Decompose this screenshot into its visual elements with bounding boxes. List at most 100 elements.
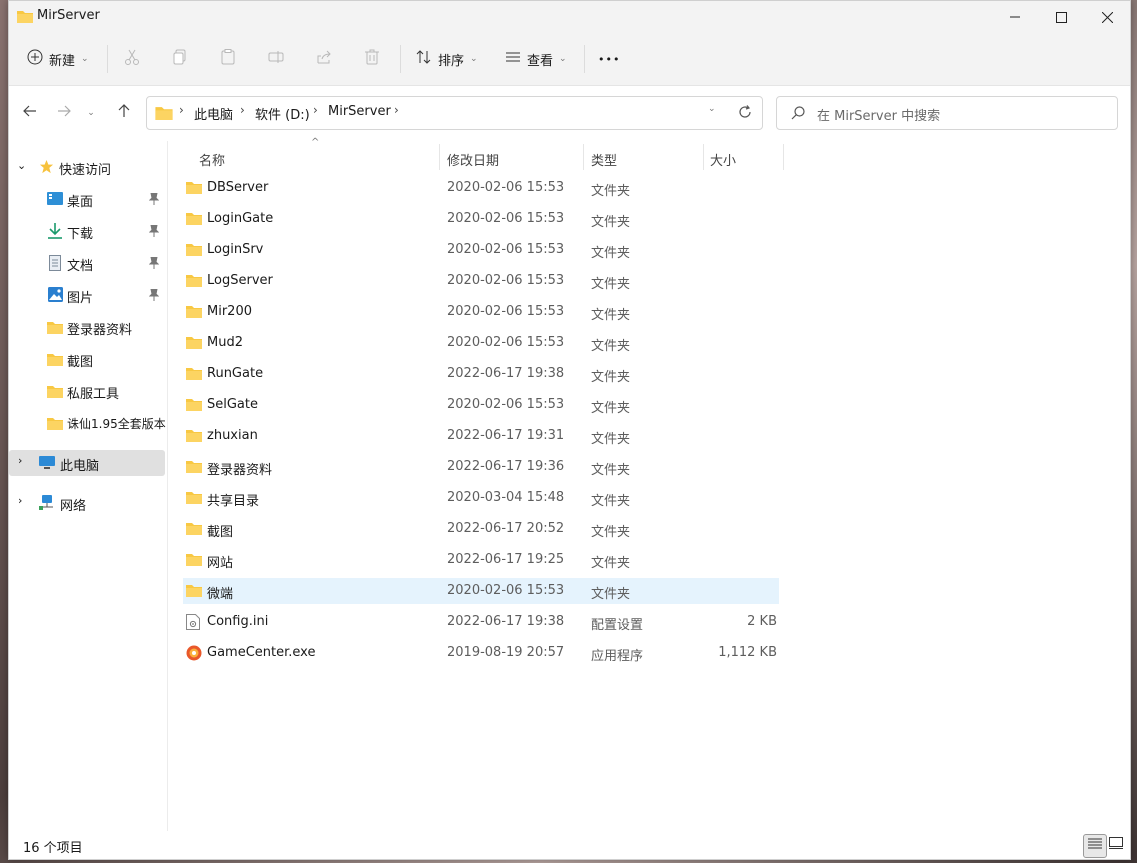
search-box[interactable]: 在 MirServer 中搜索: [776, 96, 1118, 130]
copy-button[interactable]: [172, 43, 188, 75]
file-row[interactable]: 截图 2022-06-17 20:52 文件夹: [183, 516, 779, 542]
folder-icon: [186, 273, 202, 291]
large-icons-view-button[interactable]: [1105, 834, 1127, 856]
file-size: 2 KB: [747, 614, 777, 629]
navigation-pane: ⌄ 快速访问 桌面 下载 文档 图片 登录器资料 截图 私服工具 诛仙1.95全…: [9, 141, 167, 831]
up-button[interactable]: [111, 100, 137, 126]
copy-icon: [172, 49, 188, 69]
sidebar-item-label: 诛仙1.95全套版本: [67, 417, 166, 431]
window-title: MirServer: [37, 8, 100, 23]
folder-icon: [186, 180, 202, 198]
sort-icon: [416, 49, 432, 69]
file-row[interactable]: LoginGate 2020-02-06 15:53 文件夹: [183, 206, 779, 232]
file-type: 文件夹: [591, 556, 631, 571]
clipboard-icon: [220, 49, 236, 69]
sidebar-item-downloads[interactable]: 下载: [9, 218, 165, 244]
details-view-icon: [1088, 838, 1102, 854]
file-row[interactable]: 网站 2022-06-17 19:25 文件夹: [183, 547, 779, 573]
column-divider[interactable]: [439, 144, 440, 170]
maximize-button[interactable]: [1038, 1, 1084, 33]
chevron-down-icon[interactable]: ⌄: [17, 159, 26, 172]
address-bar[interactable]: › 此电脑 › 软件 (D:) › MirServer › ⌄: [146, 96, 763, 130]
back-button[interactable]: [17, 100, 43, 126]
file-row[interactable]: DBServer 2020-02-06 15:53 文件夹: [183, 175, 779, 201]
sidebar-item-network[interactable]: › 网络: [9, 490, 165, 516]
more-options-button[interactable]: •••: [598, 43, 620, 75]
file-name: GameCenter.exe: [207, 645, 316, 660]
folder-icon: [47, 352, 63, 370]
column-divider[interactable]: [703, 144, 704, 170]
details-view-button[interactable]: [1083, 834, 1107, 858]
file-row[interactable]: 共享目录 2020-03-04 15:48 文件夹: [183, 485, 779, 511]
breadcrumb-separator: ›: [179, 103, 184, 117]
paste-button[interactable]: [220, 43, 236, 75]
file-row[interactable]: zhuxian 2022-06-17 19:31 文件夹: [183, 423, 779, 449]
file-type: 配置设置: [591, 618, 644, 633]
minimize-button[interactable]: [992, 1, 1038, 33]
file-date: 2020-02-06 15:53: [447, 335, 565, 350]
sidebar-item-folder[interactable]: 截图: [9, 346, 165, 372]
pin-icon: [148, 192, 160, 209]
pin-icon: [148, 288, 160, 305]
file-row[interactable]: GameCenter.exe 2019-08-19 20:57 应用程序 1,112 …: [183, 640, 779, 666]
share-button[interactable]: [316, 43, 332, 75]
sidebar-item-documents[interactable]: 文档: [9, 250, 165, 276]
close-button[interactable]: [1084, 1, 1130, 33]
column-header-type[interactable]: 类型: [591, 146, 617, 172]
sidebar-quick-access[interactable]: ⌄ 快速访问: [9, 154, 165, 180]
delete-button[interactable]: [364, 43, 380, 75]
sidebar-item-pictures[interactable]: 图片: [9, 282, 165, 308]
cut-button[interactable]: [124, 43, 140, 75]
share-icon: [316, 49, 332, 69]
folder-icon: [186, 583, 202, 601]
sidebar-item-desktop[interactable]: 桌面: [9, 186, 165, 212]
breadcrumb-this-pc[interactable]: 此电脑: [194, 104, 233, 123]
file-row[interactable]: 登录器资料 2022-06-17 19:36 文件夹: [183, 454, 779, 480]
column-divider[interactable]: [583, 144, 584, 170]
file-date: 2022-06-17 19:38: [447, 366, 565, 381]
file-row[interactable]: Config.ini 2022-06-17 19:38 配置设置 2 KB: [183, 609, 779, 635]
file-name: RunGate: [207, 366, 264, 381]
file-row[interactable]: RunGate 2022-06-17 19:38 文件夹: [183, 361, 779, 387]
chevron-right-icon[interactable]: ›: [18, 454, 22, 467]
sidebar-item-folder[interactable]: 诛仙1.95全套版本: [9, 410, 166, 436]
refresh-icon[interactable]: [738, 105, 752, 123]
plus-circle-icon: [27, 49, 43, 69]
file-name: DBServer: [207, 180, 269, 195]
breadcrumb-drive-d[interactable]: 软件 (D:): [255, 104, 310, 123]
view-list-icon: [505, 49, 521, 69]
folder-icon: [186, 304, 202, 322]
column-header-modified[interactable]: 修改日期: [447, 146, 499, 172]
view-button[interactable]: 查看 ⌄: [505, 43, 567, 75]
file-date: 2020-02-06 15:53: [447, 397, 565, 412]
breadcrumb-mirserver[interactable]: MirServer: [328, 104, 391, 119]
file-row[interactable]: Mir200 2020-02-06 15:53 文件夹: [183, 299, 779, 325]
file-row[interactable]: LogServer 2020-02-06 15:53 文件夹: [183, 268, 779, 294]
folder-icon: [47, 320, 63, 338]
folder-icon: [186, 335, 202, 353]
column-divider[interactable]: [783, 144, 784, 170]
column-header-name[interactable]: 名称: [199, 146, 225, 172]
rename-button[interactable]: [268, 43, 284, 75]
folder-icon: [186, 397, 202, 415]
title-bar[interactable]: MirServer: [9, 1, 1130, 33]
column-header-size[interactable]: 大小: [710, 146, 736, 172]
file-row[interactable]: 微端 2020-02-06 15:53 文件夹: [183, 578, 779, 604]
sidebar-item-folder[interactable]: 登录器资料: [9, 314, 165, 340]
forward-button[interactable]: [51, 100, 77, 126]
chevron-down-icon: ⌄: [81, 54, 89, 64]
recent-locations-button[interactable]: ⌄: [83, 100, 99, 126]
toolbar-divider: [107, 45, 108, 73]
view-label: 查看: [527, 53, 554, 69]
file-row[interactable]: Mud2 2020-02-06 15:53 文件夹: [183, 330, 779, 356]
new-button[interactable]: 新建 ⌄: [27, 43, 89, 75]
sidebar-item-this-pc[interactable]: › 此电脑: [9, 450, 165, 476]
folder-icon: [186, 211, 202, 229]
file-row[interactable]: SelGate 2020-02-06 15:53 文件夹: [183, 392, 779, 418]
address-history-chevron-icon[interactable]: ⌄: [708, 104, 716, 114]
sidebar-item-folder[interactable]: 私服工具: [9, 378, 165, 404]
file-row[interactable]: LoginSrv 2020-02-06 15:53 文件夹: [183, 237, 779, 263]
folder-icon: [186, 242, 202, 260]
chevron-right-icon[interactable]: ›: [18, 494, 22, 507]
sort-button[interactable]: 排序 ⌄: [416, 43, 478, 75]
